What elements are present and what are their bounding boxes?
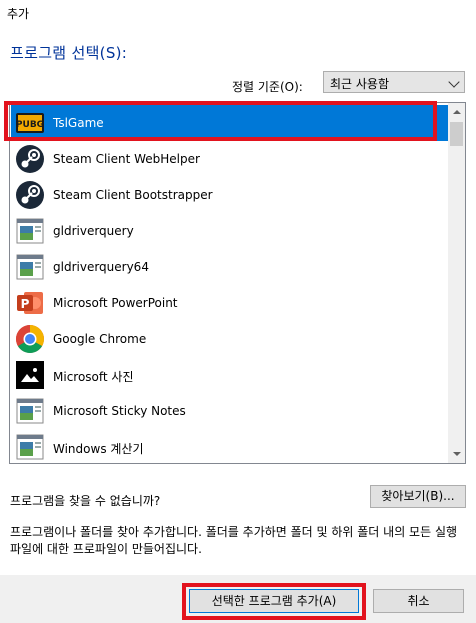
sort-selected-value: 최근 사용함 [330, 77, 390, 91]
program-item-gldriverquery64[interactable]: gldriverquery64 [11, 249, 450, 285]
program-list[interactable]: PUBG TslGame Steam Client WebHelper Stea… [9, 102, 466, 464]
description-text: 프로그램이나 폴더를 찾아 추가합니다. 폴더를 추가하면 폴더 및 하위 폴더… [10, 525, 458, 556]
scroll-up-arrow-icon[interactable] [448, 103, 465, 120]
generic-app-icon [16, 254, 44, 280]
program-item-steam-bootstrapper[interactable]: Steam Client Bootstrapper [11, 177, 450, 213]
program-item-calculator[interactable]: Windows 계산기 [11, 429, 450, 463]
program-label: Microsoft Sticky Notes [53, 404, 186, 418]
powerpoint-icon: P [17, 292, 43, 314]
program-label: Google Chrome [53, 332, 147, 346]
program-item-chrome[interactable]: Google Chrome [11, 321, 450, 357]
program-label: Microsoft 사진 [53, 370, 134, 384]
generic-app-icon [16, 218, 44, 244]
steam-icon [16, 181, 44, 209]
select-program-heading: 프로그램 선택(S): [10, 44, 128, 62]
program-label: gldriverquery [53, 224, 134, 238]
program-label: Steam Client Bootstrapper [53, 188, 213, 202]
chevron-down-icon [448, 76, 460, 88]
program-item-steam-webhelper[interactable]: Steam Client WebHelper [11, 141, 450, 177]
generic-app-icon [16, 434, 44, 460]
program-label: gldriverquery64 [53, 260, 149, 274]
program-label: Steam Client WebHelper [53, 152, 200, 166]
add-program-dialog: 추가 프로그램 선택(S): 정렬 기준(O): 최근 사용함 PUBG Tsl… [0, 0, 476, 623]
program-label: Microsoft PowerPoint [53, 296, 178, 310]
chrome-icon [16, 325, 44, 353]
browse-button[interactable]: 찾아보기(B)... [370, 485, 466, 508]
list-scrollbar[interactable] [448, 103, 465, 463]
program-item-powerpoint[interactable]: P Microsoft PowerPoint [11, 285, 450, 321]
program-item-sticky-notes[interactable]: Microsoft Sticky Notes [11, 393, 450, 429]
sort-label: 정렬 기준(O): [232, 80, 303, 94]
add-button-highlight [182, 583, 366, 620]
steam-icon [16, 145, 44, 173]
generic-app-icon [16, 398, 44, 424]
scroll-thumb[interactable] [450, 122, 463, 146]
selected-item-highlight [4, 101, 437, 141]
svg-text:P: P [21, 297, 30, 311]
title-bar: 추가 [0, 0, 476, 26]
photos-icon [16, 361, 44, 389]
cancel-button[interactable]: 취소 [373, 589, 464, 613]
window-title: 추가 [7, 7, 30, 21]
scroll-down-arrow-icon[interactable] [448, 446, 465, 463]
program-item-photos[interactable]: Microsoft 사진 [11, 357, 450, 393]
program-item-gldriverquery[interactable]: gldriverquery [11, 213, 450, 249]
sort-dropdown[interactable]: 최근 사용함 [323, 71, 465, 93]
program-label: Windows 계산기 [53, 442, 144, 456]
not-found-text: 프로그램을 찾을 수 없습니까? [10, 494, 161, 508]
